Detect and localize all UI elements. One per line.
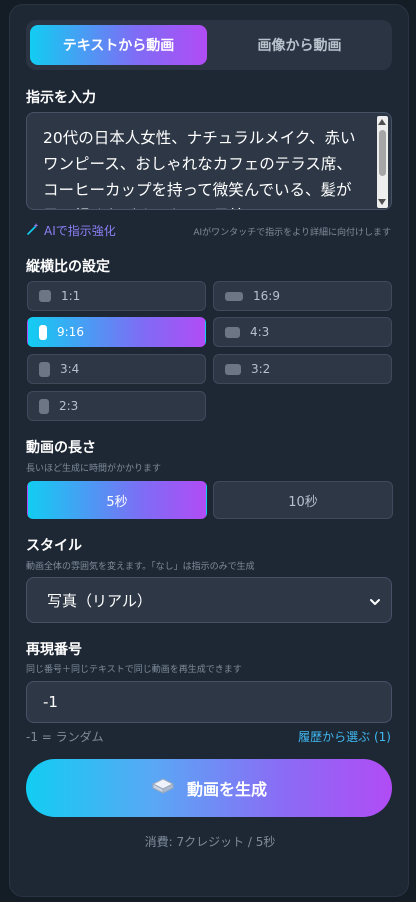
prompt-text: 20代の日本人女性、ナチュラルメイク、赤いワンピース、おしゃれなカフェのテラス席…	[43, 129, 356, 209]
aspect-option-3-4[interactable]: 3:4	[27, 354, 206, 384]
prompt-label: 指示を入力	[26, 90, 96, 106]
scroll-up-arrow-icon[interactable]	[378, 119, 386, 125]
duration-option-10s[interactable]: 10秒	[213, 481, 393, 519]
aspect-option-label: 2:3	[59, 399, 79, 413]
seed-hint: -1 = ランダム	[26, 730, 104, 744]
aspect-option-4-3[interactable]: 4:3	[213, 317, 392, 347]
cube-icon	[151, 777, 175, 799]
aspect-option-2-3[interactable]: 2:3	[27, 391, 206, 421]
aspect-option-9-16[interactable]: 9:16	[27, 317, 206, 347]
cost-text: 消費: 7クレジット / 5秒	[144, 835, 276, 849]
duration-sub: 長いほど生成に時間がかかります	[26, 464, 162, 474]
enhance-prompt-link[interactable]: AIで指示強化	[26, 222, 116, 239]
tab-text-to-video[interactable]: テキストから動画	[30, 25, 207, 65]
portrait-icon	[39, 324, 47, 340]
seed-value: -1	[43, 693, 58, 711]
landscape-icon	[225, 363, 241, 375]
aspect-option-label: 3:2	[251, 362, 271, 376]
aspect-option-1-1[interactable]: 1:1	[27, 281, 206, 311]
aspect-option-label: 16:9	[253, 289, 280, 303]
duration-label: 動画の長さ	[26, 440, 96, 456]
magic-wand-icon	[26, 222, 40, 239]
landscape-icon	[225, 326, 240, 338]
portrait-icon	[39, 361, 50, 377]
enhance-label: AIで指示強化	[44, 224, 116, 238]
aspect-option-label: 9:16	[57, 325, 84, 339]
seed-label: 再現番号	[26, 642, 82, 658]
enhance-note: AIがワンタッチで指示をより詳細に向付けします	[193, 228, 391, 238]
chevron-down-icon	[369, 594, 381, 606]
mode-tabs: テキストから動画 画像から動画	[26, 20, 392, 70]
aspect-label: 縦横比の設定	[26, 259, 110, 275]
scroll-thumb[interactable]	[379, 130, 386, 176]
aspect-option-label: 3:4	[60, 362, 80, 376]
generate-label: 動画を生成	[186, 780, 267, 799]
duration-option-5s[interactable]: 5秒	[27, 481, 207, 519]
generate-video-button[interactable]: 動画を生成	[26, 759, 392, 817]
seed-sub: 同じ番号＋同じテキストで同じ動画を再生成できます	[26, 665, 242, 675]
style-sub: 動画全体の雰囲気を変えます。「なし」は指示のみで生成	[26, 562, 255, 572]
generator-panel: テキストから動画 画像から動画 指示を入力 20代の日本人女性、ナチュラルメイク…	[9, 4, 409, 897]
style-select[interactable]: 写真（リアル）	[26, 577, 392, 623]
scroll-down-arrow-icon[interactable]	[378, 199, 386, 205]
seed-input[interactable]: -1	[26, 681, 392, 723]
aspect-option-16-9[interactable]: 16:9	[213, 281, 392, 311]
prompt-textarea[interactable]: 20代の日本人女性、ナチュラルメイク、赤いワンピース、おしゃれなカフェのテラス席…	[26, 112, 392, 210]
aspect-option-label: 4:3	[250, 325, 270, 339]
history-link[interactable]: 履歴から選ぶ (1)	[298, 728, 391, 745]
prompt-scrollbar[interactable]	[377, 116, 388, 208]
aspect-option-label: 1:1	[61, 289, 81, 303]
landscape-icon	[225, 291, 243, 301]
aspect-option-3-2[interactable]: 3:2	[213, 354, 392, 384]
style-label: スタイル	[26, 538, 82, 554]
style-selected-value: 写真（リアル）	[47, 591, 152, 610]
square-icon	[39, 290, 51, 302]
portrait-icon	[39, 398, 49, 414]
tab-image-to-video[interactable]: 画像から動画	[211, 25, 388, 65]
